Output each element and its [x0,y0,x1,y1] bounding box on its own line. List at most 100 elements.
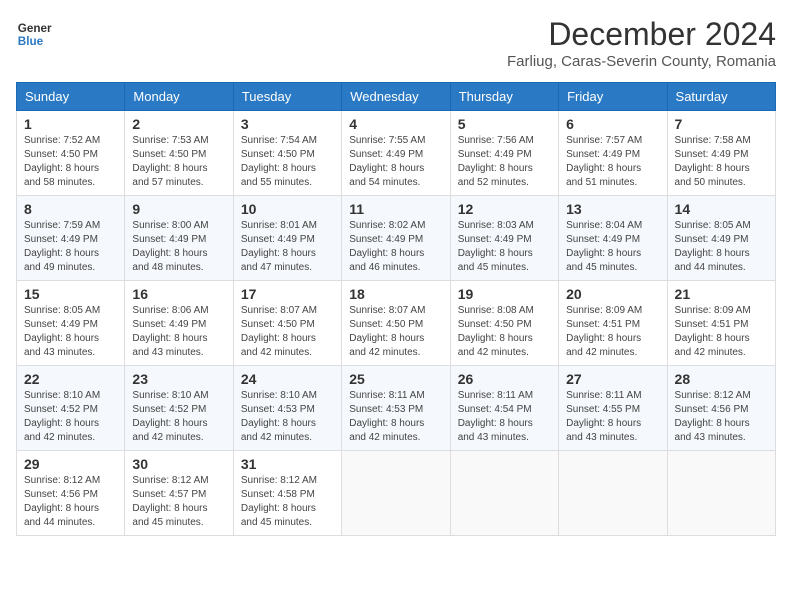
calendar-cell: 22 Sunrise: 8:10 AMSunset: 4:52 PMDayligh… [17,366,125,451]
day-info: Sunrise: 7:58 AMSunset: 4:49 PMDaylight:… [675,134,768,190]
calendar-header: SundayMondayTuesdayWednesdayThursdayFrid… [17,83,776,111]
calendar-cell: 31Sunrise: 8:12 AMSunset: 4:58 PMDayligh… [233,451,341,536]
day-of-week-friday: Friday [559,83,667,111]
logo: General Blue [16,16,52,52]
day-number: 12 [458,201,551,217]
day-info: Sunrise: 7:53 AMSunset: 4:50 PMDaylight:… [132,134,225,190]
calendar-cell: 28Sunrise: 8:12 AMSunset: 4:56 PMDayligh… [667,366,775,451]
day-of-week-tuesday: Tuesday [233,83,341,111]
day-info: Sunrise: 8:09 AMSunset: 4:51 PMDaylight:… [675,304,768,360]
day-number: 26 [458,371,551,387]
calendar-cell: 13 Sunrise: 8:04 AMSunset: 4:49 PMDayligh… [559,196,667,281]
week-row-3: 15Sunrise: 8:05 AMSunset: 4:49 PMDayligh… [17,281,776,366]
day-info: Sunrise: 8:06 AMSunset: 4:49 PMDaylight:… [132,304,225,360]
calendar-cell: 9 Sunrise: 8:00 AMSunset: 4:49 PMDaylight… [125,196,233,281]
subtitle: Farliug, Caras-Severin County, Romania [507,53,776,70]
calendar-cell: 3 Sunrise: 7:54 AMSunset: 4:50 PMDaylight… [233,111,341,196]
title-area: December 2024 Farliug, Caras-Severin Cou… [507,16,776,70]
week-row-5: 29Sunrise: 8:12 AMSunset: 4:56 PMDayligh… [17,451,776,536]
day-of-week-wednesday: Wednesday [342,83,450,111]
calendar-cell: 23 Sunrise: 8:10 AMSunset: 4:52 PMDayligh… [125,366,233,451]
day-info: Sunrise: 8:10 AMSunset: 4:52 PMDaylight:… [132,389,225,445]
calendar-cell: 26 Sunrise: 8:11 AMSunset: 4:54 PMDayligh… [450,366,558,451]
day-info: Sunrise: 7:52 AMSunset: 4:50 PMDaylight:… [24,134,117,190]
day-number: 22 [24,371,117,387]
day-info: Sunrise: 8:07 AMSunset: 4:50 PMDaylight:… [241,304,334,360]
day-number: 4 [349,116,442,132]
calendar-cell: 27 Sunrise: 8:11 AMSunset: 4:55 PMDayligh… [559,366,667,451]
calendar-cell: 21 Sunrise: 8:09 AMSunset: 4:51 PMDayligh… [667,281,775,366]
day-info: Sunrise: 8:03 AMSunset: 4:49 PMDaylight:… [458,219,551,275]
day-info: Sunrise: 7:57 AMSunset: 4:49 PMDaylight:… [566,134,659,190]
day-info: Sunrise: 8:01 AMSunset: 4:49 PMDaylight:… [241,219,334,275]
calendar-cell: 24 Sunrise: 8:10 AMSunset: 4:53 PMDayligh… [233,366,341,451]
day-number: 16 [132,286,225,302]
day-number: 14 [675,201,768,217]
day-of-week-monday: Monday [125,83,233,111]
day-number: 13 [566,201,659,217]
calendar-cell: 10 Sunrise: 8:01 AMSunset: 4:49 PMDayligh… [233,196,341,281]
day-info: Sunrise: 8:05 AMSunset: 4:49 PMDaylight:… [24,304,117,360]
day-info: Sunrise: 8:10 AMSunset: 4:53 PMDaylight:… [241,389,334,445]
day-number: 20 [566,286,659,302]
day-info: Sunrise: 8:04 AMSunset: 4:49 PMDaylight:… [566,219,659,275]
day-number: 3 [241,116,334,132]
main-title: December 2024 [507,16,776,53]
day-number: 21 [675,286,768,302]
day-info: Sunrise: 8:12 AMSunset: 4:57 PMDaylight:… [132,474,225,530]
day-number: 30 [132,456,225,472]
day-info: Sunrise: 7:54 AMSunset: 4:50 PMDaylight:… [241,134,334,190]
day-number: 27 [566,371,659,387]
day-info: Sunrise: 8:12 AMSunset: 4:58 PMDaylight:… [241,474,334,530]
week-row-4: 22 Sunrise: 8:10 AMSunset: 4:52 PMDayligh… [17,366,776,451]
day-info: Sunrise: 8:11 AMSunset: 4:53 PMDaylight:… [349,389,442,445]
calendar-cell: 15Sunrise: 8:05 AMSunset: 4:49 PMDayligh… [17,281,125,366]
calendar-cell: 14 Sunrise: 8:05 AMSunset: 4:49 PMDayligh… [667,196,775,281]
day-number: 6 [566,116,659,132]
calendar-cell: 12 Sunrise: 8:03 AMSunset: 4:49 PMDayligh… [450,196,558,281]
day-info: Sunrise: 8:11 AMSunset: 4:54 PMDaylight:… [458,389,551,445]
day-info: Sunrise: 8:10 AMSunset: 4:52 PMDaylight:… [24,389,117,445]
day-of-week-thursday: Thursday [450,83,558,111]
week-row-2: 8Sunrise: 7:59 AMSunset: 4:49 PMDaylight… [17,196,776,281]
day-info: Sunrise: 8:05 AMSunset: 4:49 PMDaylight:… [675,219,768,275]
day-number: 19 [458,286,551,302]
calendar-cell: 20Sunrise: 8:09 AMSunset: 4:51 PMDayligh… [559,281,667,366]
day-number: 25 [349,371,442,387]
logo-icon: General Blue [16,16,52,52]
day-of-week-sunday: Sunday [17,83,125,111]
calendar-cell: 8Sunrise: 7:59 AMSunset: 4:49 PMDaylight… [17,196,125,281]
day-number: 24 [241,371,334,387]
calendar-cell: 16 Sunrise: 8:06 AMSunset: 4:49 PMDayligh… [125,281,233,366]
day-number: 10 [241,201,334,217]
svg-text:General: General [18,22,52,35]
day-info: Sunrise: 8:00 AMSunset: 4:49 PMDaylight:… [132,219,225,275]
day-info: Sunrise: 7:56 AMSunset: 4:49 PMDaylight:… [458,134,551,190]
day-number: 18 [349,286,442,302]
calendar-cell: 19Sunrise: 8:08 AMSunset: 4:50 PMDayligh… [450,281,558,366]
day-number: 1 [24,116,117,132]
day-number: 9 [132,201,225,217]
day-info: Sunrise: 7:55 AMSunset: 4:49 PMDaylight:… [349,134,442,190]
day-number: 29 [24,456,117,472]
calendar-cell: 2 Sunrise: 7:53 AMSunset: 4:50 PMDaylight… [125,111,233,196]
calendar-cell: 5Sunrise: 7:56 AMSunset: 4:49 PMDaylight… [450,111,558,196]
header: General Blue December 2024 Farliug, Cara… [16,16,776,70]
calendar-cell: 18 Sunrise: 8:07 AMSunset: 4:50 PMDayligh… [342,281,450,366]
day-number: 2 [132,116,225,132]
day-number: 23 [132,371,225,387]
calendar-cell: 30 Sunrise: 8:12 AMSunset: 4:57 PMDayligh… [125,451,233,536]
day-number: 7 [675,116,768,132]
svg-text:Blue: Blue [18,35,44,48]
day-info: Sunrise: 8:07 AMSunset: 4:50 PMDaylight:… [349,304,442,360]
day-number: 17 [241,286,334,302]
calendar-cell [667,451,775,536]
day-info: Sunrise: 8:11 AMSunset: 4:55 PMDaylight:… [566,389,659,445]
day-info: Sunrise: 7:59 AMSunset: 4:49 PMDaylight:… [24,219,117,275]
calendar-cell [450,451,558,536]
calendar-cell: 7 Sunrise: 7:58 AMSunset: 4:49 PMDaylight… [667,111,775,196]
calendar-cell: 1 Sunrise: 7:52 AMSunset: 4:50 PMDaylight… [17,111,125,196]
calendar-cell: 4 Sunrise: 7:55 AMSunset: 4:49 PMDaylight… [342,111,450,196]
day-of-week-saturday: Saturday [667,83,775,111]
calendar-cell: 6 Sunrise: 7:57 AMSunset: 4:49 PMDaylight… [559,111,667,196]
